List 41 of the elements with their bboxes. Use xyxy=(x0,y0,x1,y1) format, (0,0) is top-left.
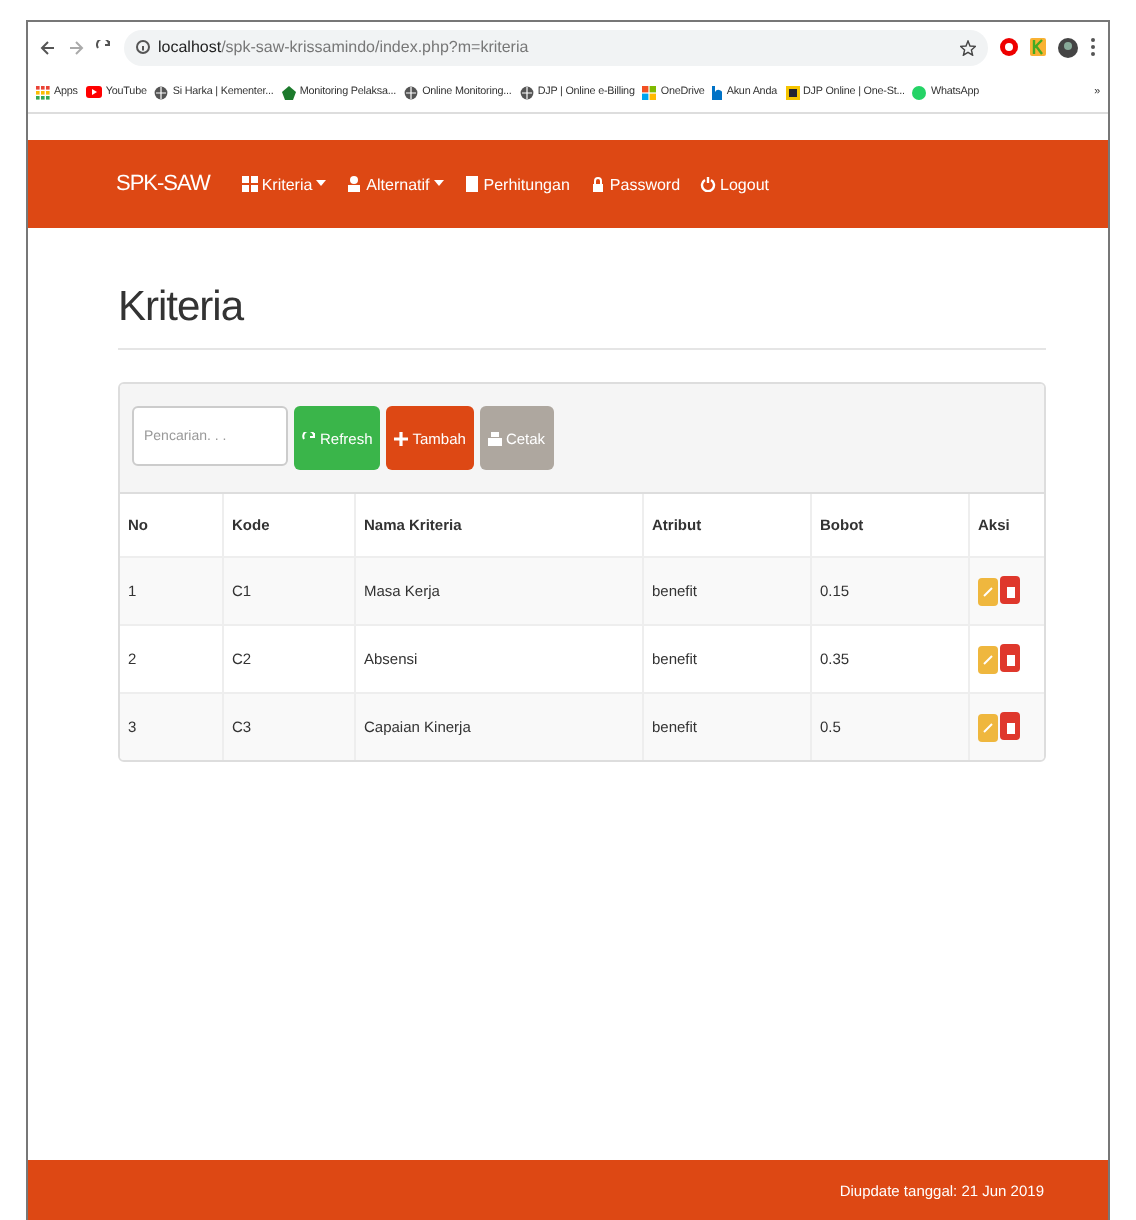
nav-link[interactable]: Kriteria xyxy=(241,175,327,193)
trash-icon xyxy=(1005,583,1015,598)
power-icon xyxy=(700,176,717,192)
page-title: Kriteria xyxy=(118,284,1046,350)
apps-grid-icon xyxy=(36,85,50,99)
lock-icon xyxy=(589,176,606,192)
profile-avatar-icon[interactable] xyxy=(1058,37,1078,57)
delete-button[interactable] xyxy=(1000,576,1020,605)
info-icon xyxy=(136,40,150,54)
windows-icon xyxy=(642,85,657,99)
forward-icon[interactable] xyxy=(68,39,84,55)
nav-link[interactable]: Alternatif xyxy=(346,175,444,193)
emblem-icon xyxy=(281,85,296,99)
url-text: localhost/spk-saw-krissamindo/index.php?m=kriteria xyxy=(158,38,529,56)
plus-icon xyxy=(394,431,409,445)
back-icon[interactable] xyxy=(40,39,56,55)
pencil-icon xyxy=(982,721,994,734)
refresh-icon xyxy=(302,431,316,445)
user-icon xyxy=(346,176,363,192)
b-letter-icon xyxy=(712,85,723,99)
globe-icon xyxy=(154,85,169,99)
grid-icon xyxy=(241,176,258,192)
play-icon xyxy=(85,86,102,98)
pencil-icon xyxy=(982,585,994,598)
trash-icon xyxy=(1005,651,1015,666)
globe-icon xyxy=(519,85,534,99)
printer-icon xyxy=(487,431,502,445)
document-icon xyxy=(785,85,800,99)
menu-icon[interactable] xyxy=(1090,38,1096,56)
brand-link[interactable]: SPK-SAW xyxy=(116,172,210,196)
pencil-icon xyxy=(982,653,994,666)
star-icon[interactable] xyxy=(960,39,976,55)
trash-icon xyxy=(1005,719,1015,734)
nav-link[interactable]: Logout xyxy=(700,175,769,193)
address-bar[interactable]: localhost/spk-saw-krissamindo/index.php?m=kriteria xyxy=(124,29,988,65)
nav-link[interactable]: Perhitungan xyxy=(463,175,570,193)
delete-button[interactable] xyxy=(1000,644,1020,673)
extension-icon[interactable] xyxy=(1000,38,1018,56)
globe-icon xyxy=(404,85,419,99)
delete-button[interactable] xyxy=(1000,712,1020,741)
nav-link[interactable]: Password xyxy=(589,175,681,193)
